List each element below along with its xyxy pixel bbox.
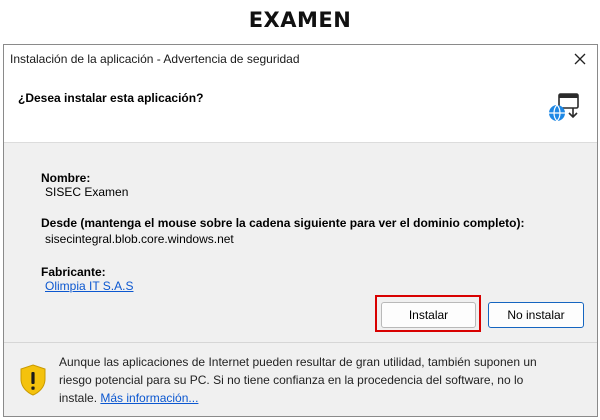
globe-download-icon: [549, 93, 579, 122]
name-label: Nombre:: [41, 171, 91, 185]
window-title: Instalación de la aplicación - Advertenc…: [10, 52, 300, 66]
publisher-link[interactable]: Olimpia IT S.A.S: [45, 279, 133, 293]
dialog-header: ¿Desea instalar esta aplicación?: [4, 73, 597, 143]
footer-warning-text: Aunque las aplicaciones de Internet pued…: [59, 353, 559, 407]
security-warning-dialog: Instalación de la aplicación - Advertenc…: [3, 44, 598, 417]
name-value: SISEC Examen: [45, 185, 129, 199]
install-button[interactable]: Instalar: [381, 302, 476, 328]
from-value[interactable]: sisecintegral.blob.core.windows.net: [45, 232, 234, 246]
from-label: Desde (mantenga el mouse sobre la cadena…: [41, 216, 525, 230]
banner-title: EXAMEN: [248, 8, 352, 32]
title-bar[interactable]: Instalación de la aplicación - Advertenc…: [4, 45, 597, 73]
no-install-button[interactable]: No instalar: [488, 302, 584, 328]
publisher-label: Fabricante:: [41, 265, 106, 279]
banner: EXAMEN: [0, 0, 600, 40]
close-icon: [574, 53, 586, 65]
dialog-footer: Aunque las aplicaciones de Internet pued…: [4, 342, 597, 416]
install-question: ¿Desea instalar esta aplicación?: [18, 91, 204, 105]
shield-warning-icon: [20, 364, 46, 396]
more-info-link[interactable]: Más información...: [100, 391, 198, 405]
close-button[interactable]: [567, 47, 593, 71]
